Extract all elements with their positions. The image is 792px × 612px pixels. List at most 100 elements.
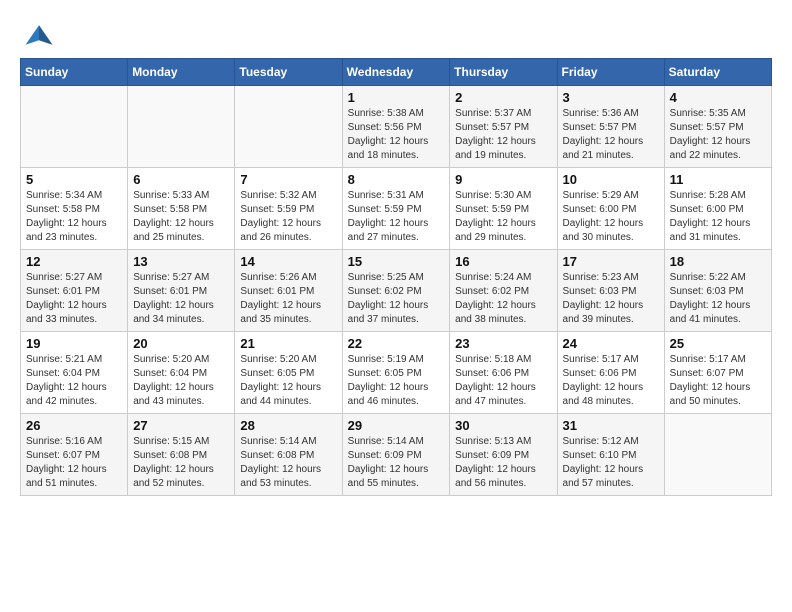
day-number: 21 (240, 336, 336, 351)
day-info: Sunrise: 5:20 AMSunset: 6:04 PMDaylight:… (133, 353, 229, 409)
calendar-cell: 17Sunrise: 5:23 AMSunset: 6:03 PMDayligh… (557, 250, 664, 332)
day-info: Sunrise: 5:21 AMSunset: 6:04 PMDaylight:… (26, 353, 122, 409)
day-number: 16 (455, 254, 551, 269)
day-number: 10 (563, 172, 659, 187)
calendar-week-2: 5 Sunrise: 5:34 AMSunset: 5:58 PMDaylight… (21, 168, 772, 250)
day-number: 22 (348, 336, 445, 351)
calendar-body: 1 Sunrise: 5:38 AMSunset: 5:56 PMDaylight… (21, 86, 772, 496)
day-info: Sunrise: 5:32 AMSunset: 5:59 PMDaylight:… (240, 189, 336, 245)
day-info: Sunrise: 5:14 AMSunset: 6:08 PMDaylight:… (240, 435, 336, 491)
calendar-cell: 7 Sunrise: 5:32 AMSunset: 5:59 PMDaylight… (235, 168, 342, 250)
calendar-cell (664, 414, 771, 496)
calendar-header: SundayMondayTuesdayWednesdayThursdayFrid… (21, 59, 772, 86)
day-number: 23 (455, 336, 551, 351)
day-number: 18 (670, 254, 766, 269)
calendar-cell: 29 Sunrise: 5:14 AMSunset: 6:09 PMDayligh… (342, 414, 450, 496)
calendar-week-3: 12Sunrise: 5:27 AMSunset: 6:01 PMDayligh… (21, 250, 772, 332)
calendar-cell: 8 Sunrise: 5:31 AMSunset: 5:59 PMDaylight… (342, 168, 450, 250)
day-info: Sunrise: 5:37 AMSunset: 5:57 PMDaylight:… (455, 107, 551, 163)
day-info: Sunrise: 5:19 AMSunset: 6:05 PMDaylight:… (348, 353, 445, 409)
weekday-header-saturday: Saturday (664, 59, 771, 86)
day-number: 28 (240, 418, 336, 433)
weekday-header-monday: Monday (128, 59, 235, 86)
logo-icon (24, 20, 54, 50)
day-number: 4 (670, 90, 766, 105)
day-info: Sunrise: 5:36 AMSunset: 5:57 PMDaylight:… (563, 107, 659, 163)
day-number: 25 (670, 336, 766, 351)
calendar-cell: 5 Sunrise: 5:34 AMSunset: 5:58 PMDaylight… (21, 168, 128, 250)
day-number: 19 (26, 336, 122, 351)
logo (20, 20, 54, 50)
day-number: 29 (348, 418, 445, 433)
calendar-cell: 15 Sunrise: 5:25 AMSunset: 6:02 PMDayligh… (342, 250, 450, 332)
calendar-cell: 25 Sunrise: 5:17 AMSunset: 6:07 PMDayligh… (664, 332, 771, 414)
day-number: 9 (455, 172, 551, 187)
day-info: Sunrise: 5:17 AMSunset: 6:06 PMDaylight:… (563, 353, 659, 409)
day-number: 8 (348, 172, 445, 187)
day-number: 17 (563, 254, 659, 269)
day-info: Sunrise: 5:12 AMSunset: 6:10 PMDaylight:… (563, 435, 659, 491)
day-number: 7 (240, 172, 336, 187)
day-info: Sunrise: 5:24 AMSunset: 6:02 PMDaylight:… (455, 271, 551, 327)
calendar-cell: 30Sunrise: 5:13 AMSunset: 6:09 PMDayligh… (450, 414, 557, 496)
calendar-week-5: 26 Sunrise: 5:16 AMSunset: 6:07 PMDayligh… (21, 414, 772, 496)
calendar-cell: 2 Sunrise: 5:37 AMSunset: 5:57 PMDaylight… (450, 86, 557, 168)
calendar-cell: 14Sunrise: 5:26 AMSunset: 6:01 PMDayligh… (235, 250, 342, 332)
day-number: 30 (455, 418, 551, 433)
day-info: Sunrise: 5:25 AMSunset: 6:02 PMDaylight:… (348, 271, 445, 327)
day-number: 20 (133, 336, 229, 351)
calendar-cell: 26 Sunrise: 5:16 AMSunset: 6:07 PMDayligh… (21, 414, 128, 496)
weekday-header-thursday: Thursday (450, 59, 557, 86)
calendar-cell: 24 Sunrise: 5:17 AMSunset: 6:06 PMDayligh… (557, 332, 664, 414)
day-number: 14 (240, 254, 336, 269)
calendar-cell (21, 86, 128, 168)
day-number: 5 (26, 172, 122, 187)
weekday-header-sunday: Sunday (21, 59, 128, 86)
day-number: 24 (563, 336, 659, 351)
calendar-week-4: 19 Sunrise: 5:21 AMSunset: 6:04 PMDayligh… (21, 332, 772, 414)
calendar-week-1: 1 Sunrise: 5:38 AMSunset: 5:56 PMDaylight… (21, 86, 772, 168)
weekday-header-row: SundayMondayTuesdayWednesdayThursdayFrid… (21, 59, 772, 86)
calendar-cell: 31 Sunrise: 5:12 AMSunset: 6:10 PMDayligh… (557, 414, 664, 496)
day-info: Sunrise: 5:31 AMSunset: 5:59 PMDaylight:… (348, 189, 445, 245)
day-info: Sunrise: 5:22 AMSunset: 6:03 PMDaylight:… (670, 271, 766, 327)
day-info: Sunrise: 5:16 AMSunset: 6:07 PMDaylight:… (26, 435, 122, 491)
calendar-cell: 6Sunrise: 5:33 AMSunset: 5:58 PMDaylight… (128, 168, 235, 250)
day-number: 26 (26, 418, 122, 433)
day-info: Sunrise: 5:17 AMSunset: 6:07 PMDaylight:… (670, 353, 766, 409)
day-info: Sunrise: 5:29 AMSunset: 6:00 PMDaylight:… (563, 189, 659, 245)
weekday-header-wednesday: Wednesday (342, 59, 450, 86)
weekday-header-tuesday: Tuesday (235, 59, 342, 86)
calendar-cell: 1 Sunrise: 5:38 AMSunset: 5:56 PMDaylight… (342, 86, 450, 168)
day-number: 1 (348, 90, 445, 105)
calendar-cell: 4 Sunrise: 5:35 AMSunset: 5:57 PMDaylight… (664, 86, 771, 168)
day-number: 27 (133, 418, 229, 433)
day-info: Sunrise: 5:27 AMSunset: 6:01 PMDaylight:… (26, 271, 122, 327)
day-info: Sunrise: 5:38 AMSunset: 5:56 PMDaylight:… (348, 107, 445, 163)
day-info: Sunrise: 5:14 AMSunset: 6:09 PMDaylight:… (348, 435, 445, 491)
calendar-cell: 11Sunrise: 5:28 AMSunset: 6:00 PMDayligh… (664, 168, 771, 250)
day-number: 2 (455, 90, 551, 105)
calendar-cell: 3 Sunrise: 5:36 AMSunset: 5:57 PMDaylight… (557, 86, 664, 168)
day-number: 13 (133, 254, 229, 269)
day-info: Sunrise: 5:18 AMSunset: 6:06 PMDaylight:… (455, 353, 551, 409)
calendar-cell (235, 86, 342, 168)
calendar-cell: 28 Sunrise: 5:14 AMSunset: 6:08 PMDayligh… (235, 414, 342, 496)
day-info: Sunrise: 5:34 AMSunset: 5:58 PMDaylight:… (26, 189, 122, 245)
day-number: 3 (563, 90, 659, 105)
calendar-cell (128, 86, 235, 168)
calendar-cell: 12Sunrise: 5:27 AMSunset: 6:01 PMDayligh… (21, 250, 128, 332)
day-number: 15 (348, 254, 445, 269)
day-info: Sunrise: 5:27 AMSunset: 6:01 PMDaylight:… (133, 271, 229, 327)
day-info: Sunrise: 5:35 AMSunset: 5:57 PMDaylight:… (670, 107, 766, 163)
day-number: 31 (563, 418, 659, 433)
calendar-table: SundayMondayTuesdayWednesdayThursdayFrid… (20, 58, 772, 496)
day-info: Sunrise: 5:15 AMSunset: 6:08 PMDaylight:… (133, 435, 229, 491)
day-number: 6 (133, 172, 229, 187)
calendar-cell: 20 Sunrise: 5:20 AMSunset: 6:04 PMDayligh… (128, 332, 235, 414)
day-info: Sunrise: 5:20 AMSunset: 6:05 PMDaylight:… (240, 353, 336, 409)
calendar-cell: 23 Sunrise: 5:18 AMSunset: 6:06 PMDayligh… (450, 332, 557, 414)
calendar-cell: 10 Sunrise: 5:29 AMSunset: 6:00 PMDayligh… (557, 168, 664, 250)
calendar-cell: 22 Sunrise: 5:19 AMSunset: 6:05 PMDayligh… (342, 332, 450, 414)
page-header (20, 20, 772, 50)
